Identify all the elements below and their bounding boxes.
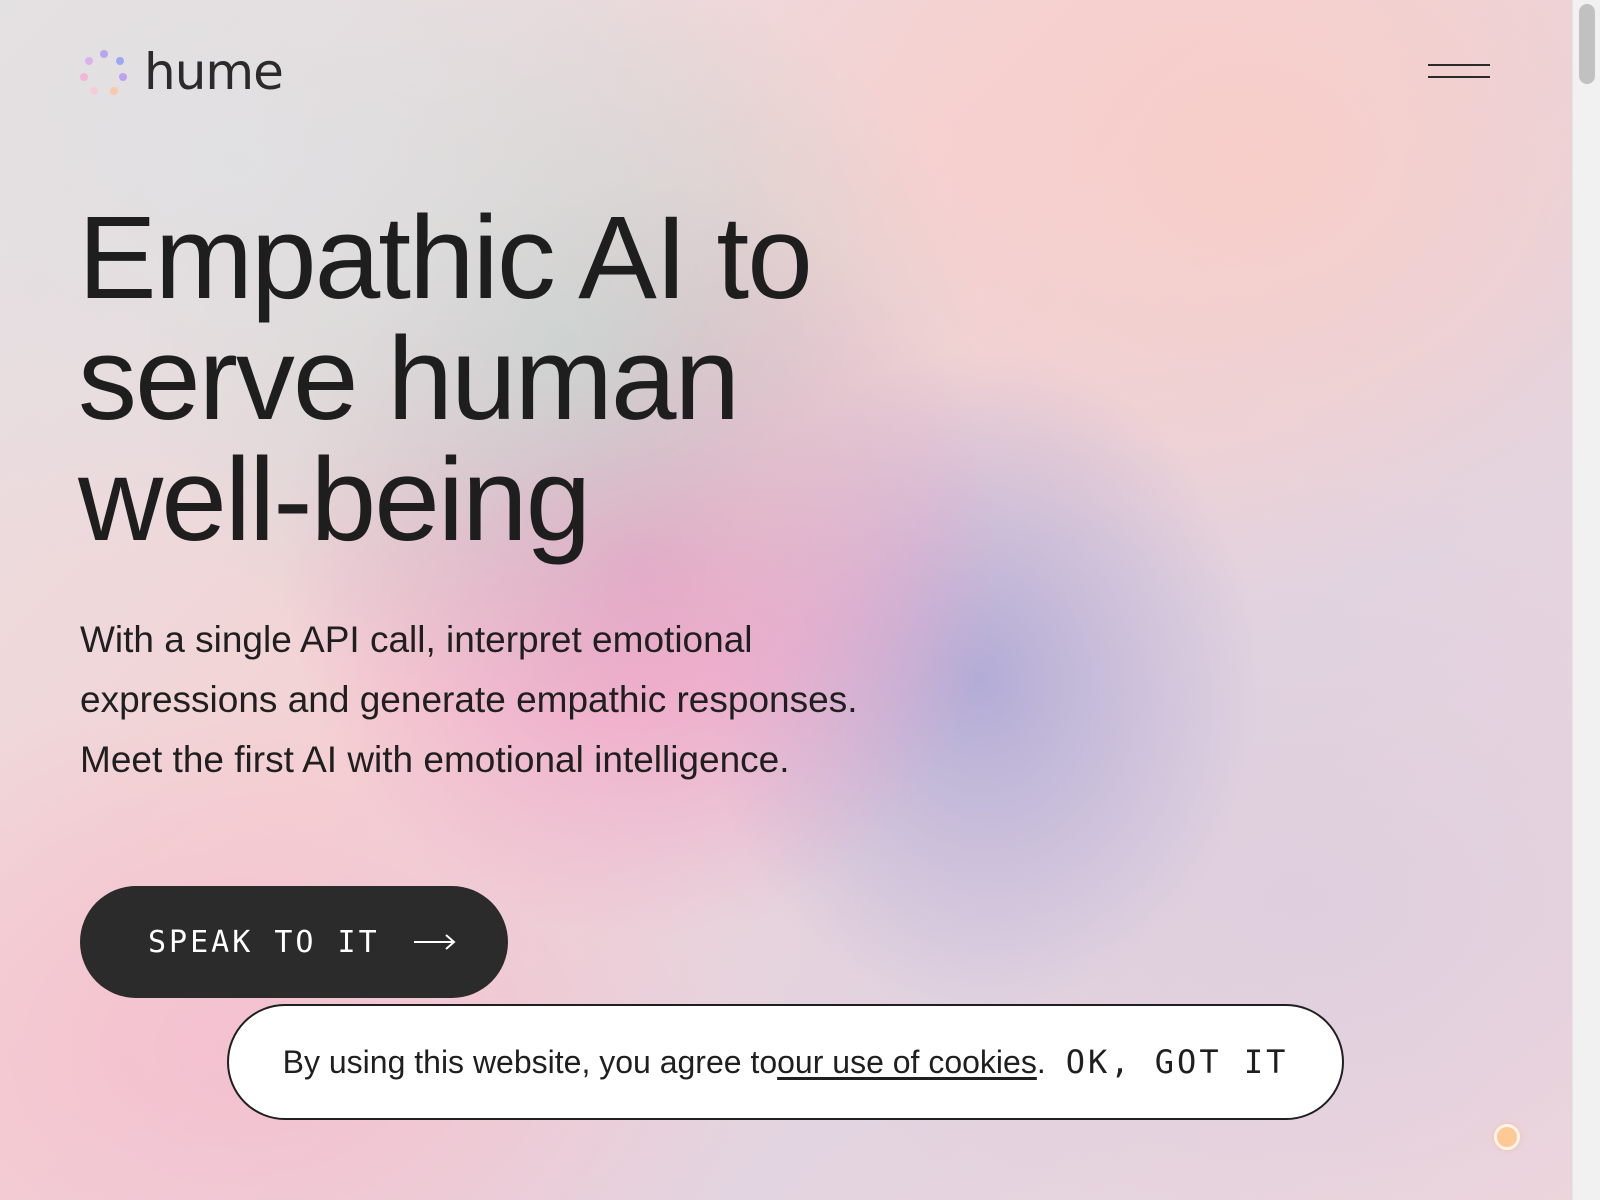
hero-subtitle-line: With a single API call, interpret emotio… — [80, 619, 753, 660]
speak-to-it-button[interactable]: SPEAK TO IT — [80, 886, 508, 998]
hume-dots-logo-icon — [78, 46, 130, 98]
hero-title-line: Empathic AI to — [78, 192, 813, 324]
hero-subtitle-line: Meet the first AI with emotional intelli… — [80, 739, 790, 780]
hero-subtitle: With a single API call, interpret emotio… — [80, 610, 980, 790]
accept-cookies-button[interactable]: OK, GOT IT — [1066, 1043, 1289, 1081]
cookie-text-end: . — [1036, 1043, 1046, 1080]
hero-title: Empathic AI to serve human well-being — [78, 198, 978, 561]
scrollbar-thumb[interactable] — [1579, 4, 1595, 84]
hero-subtitle-line: expressions and generate empathic respon… — [80, 679, 858, 720]
cookie-text: By using this website, you agree to — [282, 1043, 778, 1080]
cookie-policy-link[interactable]: our use of cookies — [777, 1044, 1037, 1081]
hamburger-menu-icon[interactable] — [1428, 60, 1490, 82]
hume-logo-link[interactable]: hume — [78, 43, 284, 101]
hero-title-line: well-being — [78, 434, 591, 566]
voice-orb-icon[interactable] — [1494, 1124, 1520, 1150]
cookie-banner: By using this website, you agree to our … — [227, 1004, 1344, 1120]
logo-wordmark: hume — [144, 43, 284, 101]
hero-title-line: serve human — [78, 313, 740, 445]
cta-label: SPEAK TO IT — [148, 924, 380, 960]
arrow-right-icon — [413, 934, 456, 950]
page-scrollbar[interactable] — [1572, 0, 1600, 1200]
